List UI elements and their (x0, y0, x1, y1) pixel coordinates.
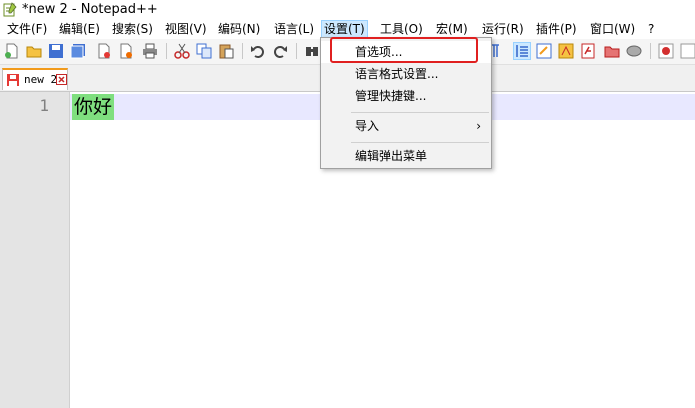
menu-window[interactable]: 窗口(W) (588, 20, 637, 39)
menu-item-import[interactable]: 导入 › (321, 115, 491, 137)
record-macro-icon[interactable] (658, 43, 674, 59)
stop-macro-icon[interactable] (680, 43, 695, 59)
menu-item-style-configurator[interactable]: 语言格式设置... (321, 63, 491, 85)
save-icon[interactable] (48, 43, 64, 59)
menu-divider (351, 112, 489, 113)
menu-encoding[interactable]: 编码(N) (216, 20, 262, 39)
menu-item-shortcut-mapper[interactable]: 管理快捷键... (321, 85, 491, 107)
title-bar: *new 2 - Notepad++ (0, 0, 695, 20)
highlight-annotation-box (330, 37, 478, 63)
tab-new-2[interactable]: new 2 (2, 68, 68, 90)
window-title: *new 2 - Notepad++ (22, 2, 158, 17)
monitoring-icon[interactable] (626, 43, 642, 59)
selected-text[interactable]: 你好 (72, 94, 115, 120)
close-file-icon[interactable] (96, 43, 112, 59)
menu-language[interactable]: 语言(L) (272, 20, 316, 39)
menu-edit[interactable]: 编辑(E) (57, 20, 102, 39)
menu-view[interactable]: 视图(V) (163, 20, 209, 39)
user-defined-language-icon[interactable] (536, 43, 552, 59)
copy-icon[interactable] (196, 43, 212, 59)
paste-icon[interactable] (218, 43, 234, 59)
line-number: 1 (39, 96, 49, 115)
toolbar-separator (166, 43, 167, 59)
close-all-icon[interactable] (118, 43, 134, 59)
toolbar-separator (650, 43, 651, 59)
tab-label: new 2 (24, 73, 58, 86)
new-file-icon[interactable] (4, 43, 20, 59)
folder-workspace-icon[interactable] (604, 43, 620, 59)
toolbar-separator (242, 43, 243, 59)
close-icon[interactable] (56, 74, 67, 85)
menu-item-edit-popup-menu[interactable]: 编辑弹出菜单 (321, 145, 491, 167)
print-icon[interactable] (142, 43, 158, 59)
menu-divider (351, 142, 489, 143)
menu-file[interactable]: 文件(F) (5, 20, 49, 39)
line-number-gutter: 1 (0, 92, 70, 408)
save-all-icon[interactable] (70, 43, 86, 59)
undo-icon[interactable] (250, 43, 266, 59)
cut-icon[interactable] (174, 43, 190, 59)
document-map-icon[interactable] (558, 43, 574, 59)
open-file-icon[interactable] (26, 43, 42, 59)
toolbar-separator (296, 43, 297, 59)
function-list-icon[interactable] (580, 43, 596, 59)
indent-guide-icon[interactable] (513, 42, 531, 60)
notepad-app-icon (3, 2, 17, 17)
menu-plugins[interactable]: 插件(P) (534, 20, 579, 39)
submenu-arrow-icon: › (476, 119, 481, 133)
find-icon[interactable] (304, 43, 320, 59)
redo-icon[interactable] (272, 43, 288, 59)
menu-search[interactable]: 搜索(S) (110, 20, 155, 39)
menu-help[interactable]: ? (646, 20, 656, 39)
unsaved-file-icon (7, 74, 19, 86)
